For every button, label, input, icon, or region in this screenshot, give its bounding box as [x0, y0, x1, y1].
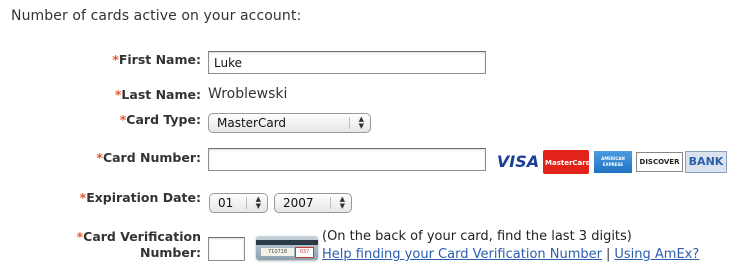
- cvv-note: (On the back of your card, find the last…: [322, 229, 632, 244]
- cvv-signature-strip: 710718: [261, 248, 294, 256]
- cvv-code-box: 037: [295, 247, 314, 258]
- card-number-label: *Card Number:: [96, 150, 201, 165]
- amex-help-link[interactable]: Using AmEx?: [614, 247, 699, 262]
- card-type-selected: MasterCard: [217, 116, 287, 130]
- bank-logo: BANK: [685, 151, 727, 173]
- updown-arrows-icon: ▲ ▼: [358, 115, 364, 130]
- cvv-help-link[interactable]: Help finding your Card Verification Numb…: [322, 247, 602, 262]
- last-name-label: *Last Name:: [114, 87, 201, 102]
- page-heading: Number of cards active on your account:: [11, 8, 302, 24]
- expiration-year-selected: 2007: [283, 196, 314, 210]
- cvv-help-links: Help finding your Card Verification Numb…: [322, 247, 699, 262]
- visa-logo: VISA: [496, 152, 540, 171]
- expiration-year-select[interactable]: 2007 ▲ ▼: [274, 193, 352, 213]
- updown-arrows-icon: ▲ ▼: [255, 195, 261, 210]
- last-name-value: Wroblewski: [208, 86, 288, 102]
- discover-logo: DISCOVER: [636, 152, 683, 172]
- expiration-month-selected: 01: [218, 196, 234, 210]
- mastercard-logo: MasterCard: [543, 150, 589, 174]
- updown-arrows-icon: ▲ ▼: [339, 195, 345, 210]
- amex-logo: AMERICAN EXPRESS: [594, 151, 632, 173]
- card-number-input[interactable]: [208, 148, 486, 171]
- cvv-card-illustration: 710718 037: [256, 236, 318, 260]
- expiration-date-label: *Expiration Date:: [79, 190, 201, 205]
- cvv-input[interactable]: [208, 237, 245, 261]
- cvv-label: *Card Verification Number:: [76, 229, 201, 260]
- card-type-select[interactable]: MasterCard ▲ ▼: [208, 113, 371, 133]
- card-type-label: *Card Type:: [119, 112, 201, 127]
- first-name-input[interactable]: [208, 51, 486, 74]
- expiration-month-select[interactable]: 01 ▲ ▼: [209, 193, 268, 213]
- first-name-label: *First Name:: [112, 52, 201, 67]
- link-divider: |: [606, 247, 611, 262]
